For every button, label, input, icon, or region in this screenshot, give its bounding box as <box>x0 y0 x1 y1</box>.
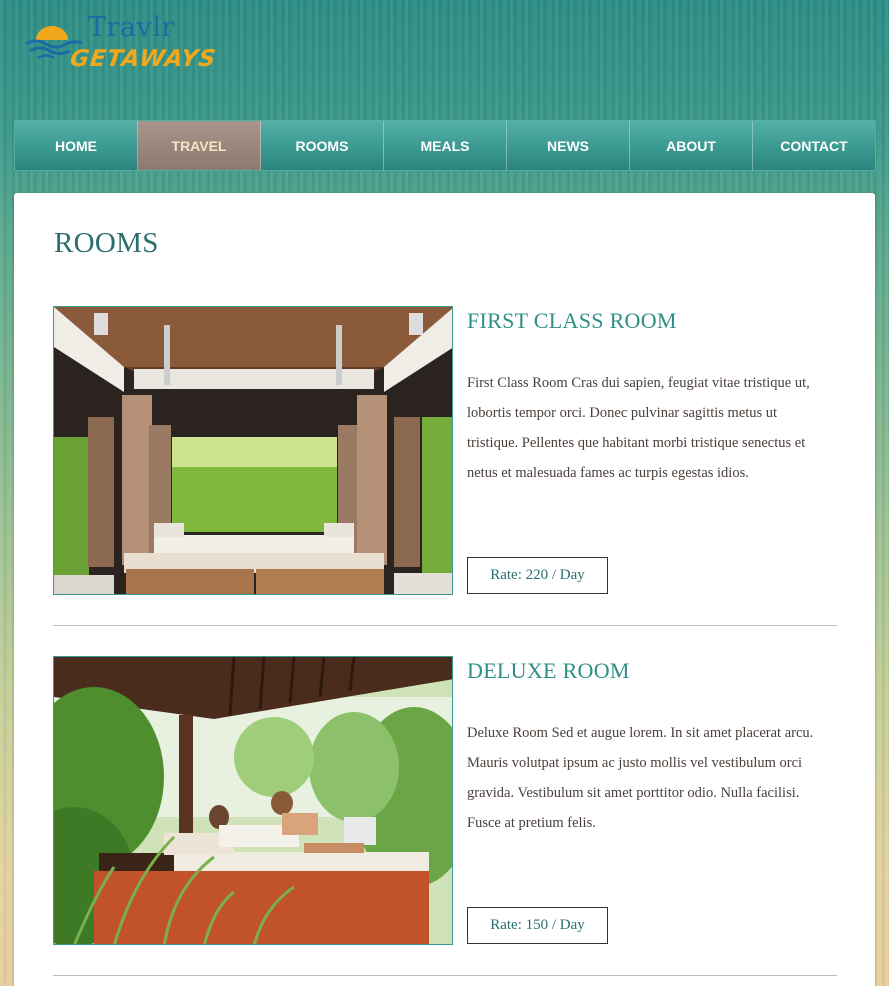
room-title: DELUXE ROOM <box>467 658 630 683</box>
page-title: ROOMS <box>54 227 159 259</box>
room-divider <box>53 975 837 976</box>
nav-meals[interactable]: MEALS <box>384 121 507 170</box>
room-divider <box>53 625 837 626</box>
nav-home[interactable]: HOME <box>15 121 138 170</box>
nav-contact[interactable]: CONTACT <box>753 121 875 170</box>
room-image-first-class[interactable] <box>53 306 453 595</box>
pavilion-bedroom-photo <box>54 307 452 594</box>
room-description: First Class Room Cras dui sapien, feugia… <box>467 375 810 481</box>
nav-travel[interactable]: TRAVEL <box>138 121 261 170</box>
nav-news[interactable]: NEWS <box>507 121 630 170</box>
rate-button[interactable]: Rate: 220 / Day <box>467 557 608 594</box>
nav-about[interactable]: ABOUT <box>630 121 753 170</box>
brand-logo[interactable]: Travlr GETAWAYS <box>24 12 218 76</box>
brand-subtitle: GETAWAYS <box>65 42 240 80</box>
main-nav: HOME TRAVEL ROOMS MEALS NEWS ABOUT CONTA… <box>14 120 876 171</box>
brand-subtitle-lettering: GETAWAYS <box>68 46 218 72</box>
room-title: FIRST CLASS ROOM <box>467 308 677 333</box>
room-image-deluxe[interactable] <box>53 656 453 945</box>
svg-text:GETAWAYS: GETAWAYS <box>68 46 218 72</box>
garden-daybed-photo <box>54 657 452 944</box>
room-description: Deluxe Room Sed et augue lorem. In sit a… <box>467 725 814 831</box>
content-card: ROOMS FIRST CLASS ROOM First Class Room … <box>14 193 875 986</box>
brand-title: Travlr <box>88 12 175 43</box>
nav-rooms[interactable]: ROOMS <box>261 121 384 170</box>
rate-button[interactable]: Rate: 150 / Day <box>467 907 608 944</box>
